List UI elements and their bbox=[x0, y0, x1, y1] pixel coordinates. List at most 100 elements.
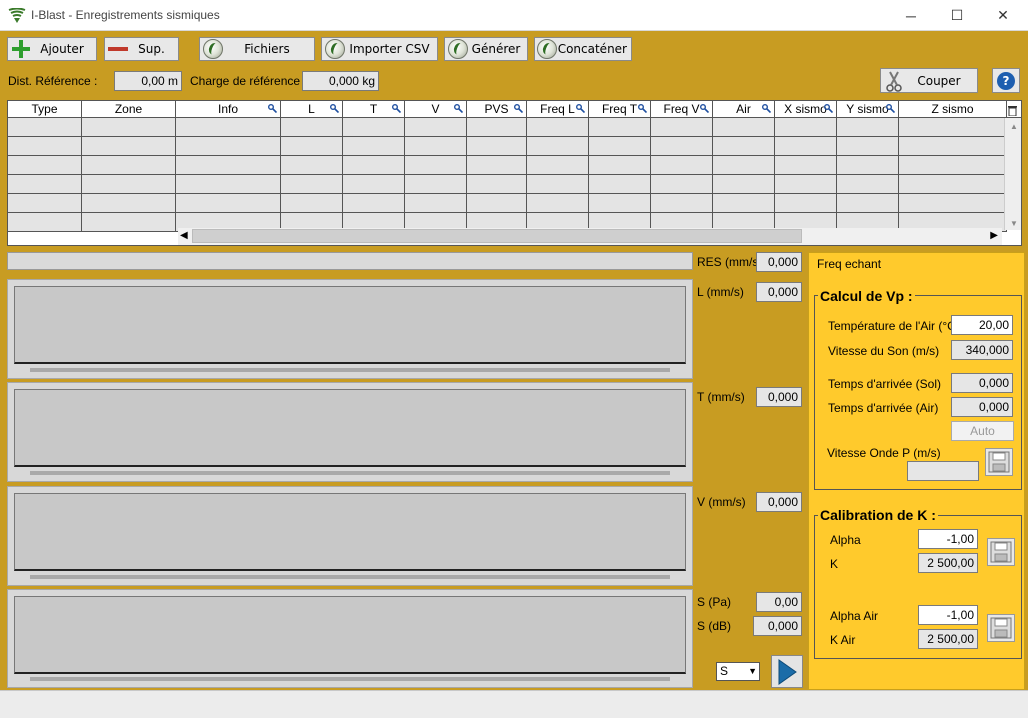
table-cell[interactable] bbox=[467, 194, 527, 213]
delete-button[interactable]: Sup. bbox=[104, 37, 179, 61]
column-header-v[interactable]: V bbox=[405, 101, 467, 118]
table-cell[interactable] bbox=[527, 118, 589, 137]
maximize-button[interactable]: ☐ bbox=[934, 0, 980, 31]
table-cell[interactable] bbox=[527, 156, 589, 175]
table-cell[interactable] bbox=[589, 118, 651, 137]
save-k-air-button[interactable] bbox=[987, 614, 1015, 642]
table-cell[interactable] bbox=[176, 194, 281, 213]
table-cell[interactable] bbox=[281, 156, 343, 175]
table-cell[interactable] bbox=[899, 194, 1007, 213]
scroll-up-icon[interactable]: ▲ bbox=[1010, 122, 1018, 131]
table-cell[interactable] bbox=[343, 156, 405, 175]
filter-key-icon[interactable] bbox=[392, 104, 401, 113]
table-cell[interactable] bbox=[176, 156, 281, 175]
table-cell[interactable] bbox=[527, 194, 589, 213]
trash-icon[interactable] bbox=[1007, 104, 1018, 116]
table-cell[interactable] bbox=[281, 137, 343, 156]
concat-button[interactable]: Concaténer bbox=[534, 37, 632, 61]
table-cell[interactable] bbox=[775, 175, 837, 194]
table-cell[interactable] bbox=[405, 194, 467, 213]
generate-button[interactable]: Générer bbox=[444, 37, 528, 61]
column-header-t[interactable]: T bbox=[343, 101, 405, 118]
table-cell[interactable] bbox=[281, 175, 343, 194]
table-vertical-scrollbar[interactable]: ▲ ▼ bbox=[1004, 118, 1021, 230]
charge-reference-field[interactable]: 0,000 kg bbox=[302, 71, 379, 91]
close-button[interactable]: ✕ bbox=[980, 0, 1026, 31]
help-button[interactable]: ? bbox=[992, 68, 1020, 93]
scroll-thumb[interactable] bbox=[192, 229, 802, 243]
alpha-field[interactable]: -1,00 bbox=[918, 529, 978, 549]
table-cell[interactable] bbox=[8, 118, 82, 137]
alpha-air-field[interactable]: -1,00 bbox=[918, 605, 978, 625]
table-cell[interactable] bbox=[589, 156, 651, 175]
table-cell[interactable] bbox=[8, 137, 82, 156]
filter-key-icon[interactable] bbox=[454, 104, 463, 113]
table-cell[interactable] bbox=[775, 137, 837, 156]
table-cell[interactable] bbox=[343, 194, 405, 213]
table-cell[interactable] bbox=[467, 156, 527, 175]
filter-key-icon[interactable] bbox=[268, 104, 277, 113]
table-cell[interactable] bbox=[176, 175, 281, 194]
chart-t[interactable] bbox=[7, 382, 693, 482]
column-header-freq-v[interactable]: Freq V bbox=[651, 101, 713, 118]
table-cell[interactable] bbox=[343, 137, 405, 156]
arrival-ground-field[interactable]: 0,000 bbox=[951, 373, 1013, 393]
air-temp-field[interactable]: 20,00 bbox=[951, 315, 1013, 335]
table-row[interactable] bbox=[8, 137, 1007, 156]
table-row[interactable] bbox=[8, 156, 1007, 175]
table-cell[interactable] bbox=[281, 194, 343, 213]
save-k-button[interactable] bbox=[987, 538, 1015, 566]
records-table[interactable]: Type Zone Info L T V PVS Freq L Freq T Freq V Air X… bbox=[7, 100, 1022, 246]
filter-key-icon[interactable] bbox=[824, 104, 833, 113]
table-cell[interactable] bbox=[713, 194, 775, 213]
table-cell[interactable] bbox=[82, 137, 176, 156]
filter-key-icon[interactable] bbox=[886, 104, 895, 113]
table-row[interactable] bbox=[8, 118, 1007, 137]
table-cell[interactable] bbox=[8, 156, 82, 175]
table-cell[interactable] bbox=[176, 118, 281, 137]
column-header-x-sismo[interactable]: X sismo bbox=[775, 101, 837, 118]
table-cell[interactable] bbox=[713, 156, 775, 175]
table-cell[interactable] bbox=[775, 194, 837, 213]
table-cell[interactable] bbox=[713, 137, 775, 156]
filter-key-icon[interactable] bbox=[330, 104, 339, 113]
table-cell[interactable] bbox=[281, 118, 343, 137]
table-cell[interactable] bbox=[467, 118, 527, 137]
column-header-pvs[interactable]: PVS bbox=[467, 101, 527, 118]
import-csv-button[interactable]: Importer CSV bbox=[321, 37, 438, 61]
column-header-z-sismo[interactable]: Z sismo bbox=[899, 101, 1007, 118]
table-cell[interactable] bbox=[651, 137, 713, 156]
chart-v[interactable] bbox=[7, 486, 693, 586]
filter-key-icon[interactable] bbox=[762, 104, 771, 113]
filter-key-icon[interactable] bbox=[514, 104, 523, 113]
table-cell[interactable] bbox=[899, 175, 1007, 194]
column-header-freq-t[interactable]: Freq T bbox=[589, 101, 651, 118]
minimize-button[interactable]: ─ bbox=[888, 0, 934, 31]
table-cell[interactable] bbox=[405, 137, 467, 156]
add-button[interactable]: Ajouter bbox=[7, 37, 97, 61]
table-cell[interactable] bbox=[651, 194, 713, 213]
filter-key-icon[interactable] bbox=[638, 104, 647, 113]
chart-s[interactable] bbox=[7, 589, 693, 688]
unit-select[interactable]: S ▼ bbox=[716, 662, 760, 681]
column-header-freq-l[interactable]: Freq L bbox=[527, 101, 589, 118]
column-header-air[interactable]: Air bbox=[713, 101, 775, 118]
table-cell[interactable] bbox=[82, 194, 176, 213]
chart-l[interactable] bbox=[7, 279, 693, 379]
table-cell[interactable] bbox=[899, 118, 1007, 137]
table-cell[interactable] bbox=[82, 118, 176, 137]
table-cell[interactable] bbox=[837, 137, 899, 156]
table-cell[interactable] bbox=[8, 213, 82, 232]
files-button[interactable]: Fichiers bbox=[199, 37, 315, 61]
scroll-down-icon[interactable]: ▼ bbox=[1010, 219, 1018, 228]
table-cell[interactable] bbox=[467, 175, 527, 194]
column-header-zone[interactable]: Zone bbox=[82, 101, 176, 118]
table-cell[interactable] bbox=[527, 175, 589, 194]
table-cell[interactable] bbox=[176, 137, 281, 156]
table-cell[interactable] bbox=[589, 137, 651, 156]
table-cell[interactable] bbox=[651, 175, 713, 194]
table-cell[interactable] bbox=[343, 118, 405, 137]
table-cell[interactable] bbox=[589, 175, 651, 194]
table-cell[interactable] bbox=[837, 175, 899, 194]
table-cell[interactable] bbox=[405, 156, 467, 175]
